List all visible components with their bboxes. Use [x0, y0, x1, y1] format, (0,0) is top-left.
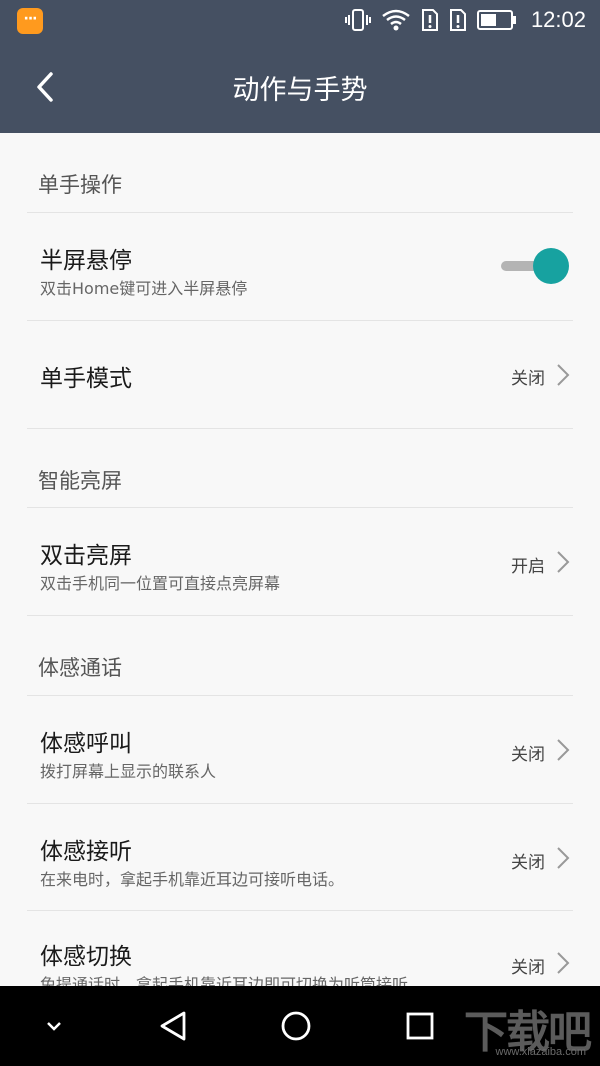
section-header-motion-call: 体感通话 — [38, 656, 122, 680]
wifi-icon — [382, 9, 410, 31]
section-header-smart-screen: 智能亮屏 — [38, 469, 122, 493]
row-subtitle: 免提通话时，拿起手机靠近耳边即可切换为听筒接听。 — [40, 975, 425, 986]
row-subtitle: 双击Home键可进入半屏悬停 — [40, 279, 248, 298]
half-screen-hover-toggle[interactable] — [501, 248, 569, 284]
row-title: 体感呼叫 — [40, 731, 132, 757]
row-one-hand-mode[interactable]: 单手模式 关闭 — [0, 321, 600, 428]
sim-alert-icon — [449, 9, 466, 31]
vibrate-icon — [344, 9, 371, 31]
nav-home-button[interactable] — [270, 1000, 322, 1052]
row-half-screen-hover[interactable]: 半屏悬停 双击Home键可进入半屏悬停 — [0, 213, 600, 320]
row-motion-switch[interactable]: 体感切换 免提通话时，拿起手机靠近耳边即可切换为听筒接听。 关闭 — [0, 911, 600, 986]
row-title: 体感接听 — [40, 839, 132, 865]
row-status: 关闭 — [511, 369, 545, 389]
collapse-button[interactable] — [28, 1000, 80, 1052]
settings-list: 单手操作 半屏悬停 双击Home键可进入半屏悬停 单手模式 关闭 智能亮屏 双击… — [0, 133, 600, 986]
status-icons: 12:02 — [344, 6, 586, 34]
row-double-tap-wake[interactable]: 双击亮屏 双击手机同一位置可直接点亮屏幕 开启 — [0, 508, 600, 615]
chevron-right-icon — [557, 364, 570, 386]
app-bar: 动作与手势 — [0, 40, 600, 133]
nav-back-button[interactable] — [147, 1000, 199, 1052]
recents-square-icon — [406, 1012, 434, 1040]
collapse-icon — [47, 1022, 61, 1031]
row-status: 关闭 — [511, 745, 545, 765]
row-title: 半屏悬停 — [40, 248, 132, 274]
row-motion-dial[interactable]: 体感呼叫 拨打屏幕上显示的联系人 关闭 — [0, 696, 600, 803]
toggle-knob — [533, 248, 569, 284]
page-title: 动作与手势 — [232, 75, 368, 106]
row-subtitle: 拨打屏幕上显示的联系人 — [40, 762, 217, 781]
row-title: 单手模式 — [40, 366, 132, 392]
chevron-right-icon — [557, 952, 570, 974]
row-status: 关闭 — [511, 958, 545, 978]
row-status: 开启 — [511, 557, 545, 577]
navigation-bar: 下载吧 www.xiazaiba.com — [0, 986, 600, 1066]
watermark-url: www.xiazaiba.com — [495, 1046, 586, 1058]
row-subtitle: 在来电时，拿起手机靠近耳边可接听电话。 — [40, 870, 345, 889]
divider — [27, 428, 573, 429]
row-status: 关闭 — [511, 853, 545, 873]
divider — [27, 615, 573, 616]
chevron-right-icon — [557, 847, 570, 869]
chevron-right-icon — [557, 551, 570, 573]
nav-recents-button[interactable] — [394, 1000, 446, 1052]
home-circle-icon — [281, 1011, 311, 1041]
status-bar: ··· 12:02 — [0, 0, 600, 40]
row-subtitle: 双击手机同一位置可直接点亮屏幕 — [40, 574, 281, 593]
back-triangle-icon — [160, 1011, 186, 1041]
app-notification-icon: ··· — [17, 8, 43, 34]
row-title: 体感切换 — [40, 944, 132, 970]
row-title: 双击亮屏 — [40, 543, 132, 569]
section-header-one-hand: 单手操作 — [38, 173, 122, 197]
chevron-right-icon — [557, 739, 570, 761]
row-motion-answer[interactable]: 体感接听 在来电时，拿起手机靠近耳边可接听电话。 关闭 — [0, 804, 600, 910]
battery-icon — [476, 10, 516, 30]
status-time: 12:02 — [530, 7, 586, 32]
sim-alert-icon — [421, 9, 438, 31]
